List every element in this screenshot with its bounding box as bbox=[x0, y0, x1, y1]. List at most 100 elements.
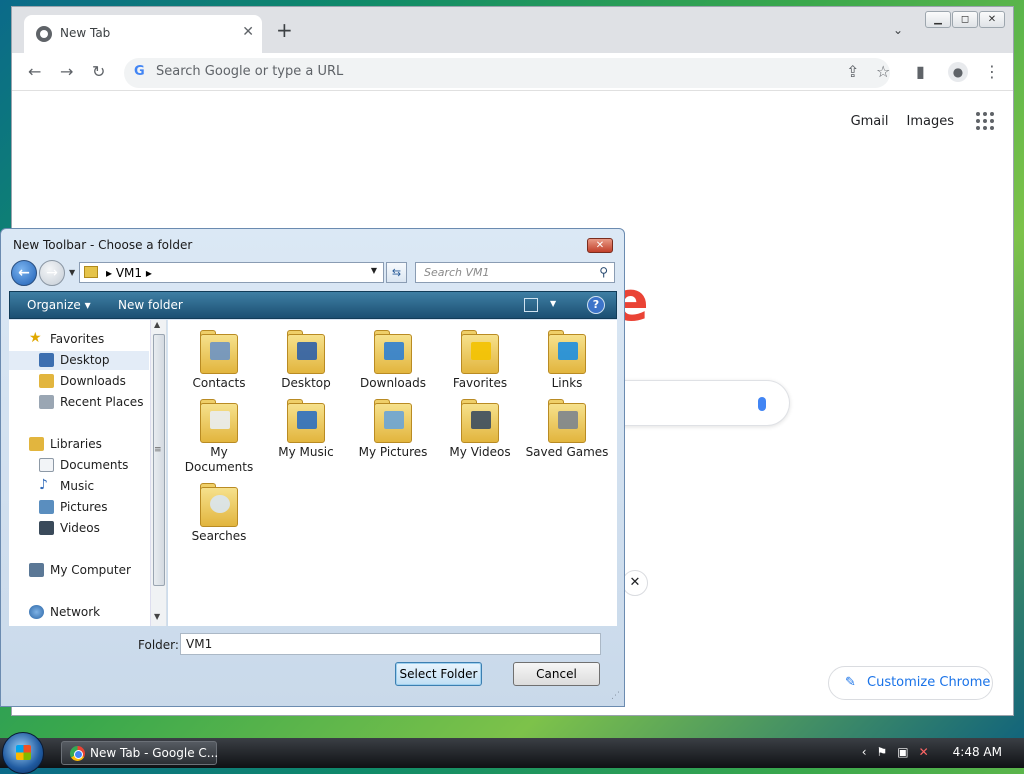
volume-muted-icon[interactable]: ✕ bbox=[919, 745, 929, 759]
customize-chrome-button[interactable]: ✎ Customize Chrome bbox=[828, 666, 993, 700]
back-button[interactable]: ← bbox=[11, 260, 37, 286]
tab-close-icon[interactable]: ✕ bbox=[242, 24, 254, 40]
tab-new-tab[interactable]: New Tab ✕ bbox=[24, 15, 262, 53]
forward-button[interactable]: → bbox=[39, 260, 65, 286]
nav-my-computer[interactable]: My Computer bbox=[9, 561, 149, 580]
address-dropdown-icon[interactable]: ▼ bbox=[371, 266, 377, 275]
maximize-button[interactable]: ◻ bbox=[952, 11, 978, 28]
tray-expand-icon[interactable]: ‹ bbox=[862, 745, 867, 759]
scroll-down-icon[interactable]: ▼ bbox=[154, 612, 160, 621]
cancel-button[interactable]: Cancel bbox=[513, 662, 600, 686]
chrome-icon bbox=[70, 746, 85, 761]
menu-kebab-icon[interactable]: ⋮ bbox=[984, 62, 1000, 81]
downloads-folder-icon bbox=[372, 328, 414, 374]
documents-icon bbox=[39, 458, 54, 472]
microphone-icon[interactable] bbox=[758, 397, 766, 411]
nav-favorites[interactable]: ★ Favorites bbox=[9, 330, 149, 349]
star-icon: ★ bbox=[29, 330, 42, 346]
nav-music[interactable]: ♪ Music bbox=[9, 477, 149, 496]
images-link[interactable]: Images bbox=[907, 114, 955, 129]
pencil-icon: ✎ bbox=[845, 675, 856, 690]
bookmark-star-icon[interactable]: ☆ bbox=[876, 62, 890, 81]
google-top-links: Gmail Images bbox=[833, 112, 994, 130]
folder-item-my-videos[interactable]: My Videos bbox=[438, 397, 522, 460]
folder-item-desktop[interactable]: Desktop bbox=[264, 328, 348, 391]
dialog-footer: Folder: VM1 Select Folder Cancel ⋰ bbox=[1, 627, 626, 707]
tab-list-chevron-icon[interactable]: ⌄ bbox=[893, 23, 903, 37]
pictures-folder-icon bbox=[372, 397, 414, 443]
close-icon[interactable]: ✕ bbox=[622, 570, 648, 596]
nav-network[interactable]: Network bbox=[9, 603, 149, 622]
folder-item-my-music[interactable]: My Music bbox=[264, 397, 348, 460]
taskbar-item-chrome[interactable]: New Tab - Google C... bbox=[61, 741, 219, 765]
searches-folder-icon bbox=[198, 481, 240, 527]
address-bar[interactable]: ▸ VM1 ▸ ▼ bbox=[79, 262, 384, 283]
forward-arrow-icon[interactable]: → bbox=[60, 62, 73, 81]
new-folder-button[interactable]: New folder bbox=[118, 298, 183, 312]
nav-recent-places[interactable]: Recent Places bbox=[9, 393, 149, 412]
taskbar: New Tab - Google C... ‹ ⚑ ▣ ✕ 4:48 AM bbox=[0, 732, 1024, 774]
dialog-close-button[interactable]: ✕ bbox=[587, 238, 613, 253]
reload-icon[interactable]: ↻ bbox=[92, 62, 105, 81]
dialog-search-input[interactable]: Search VM1 ⚲ bbox=[415, 262, 615, 283]
folder-item-my-pictures[interactable]: My Pictures bbox=[351, 397, 435, 460]
folder-item-links[interactable]: Links bbox=[525, 328, 609, 391]
scroll-thumb[interactable] bbox=[153, 334, 165, 586]
omnibox[interactable]: G Search Google or type a URL bbox=[124, 58, 890, 88]
new-tab-button[interactable]: + bbox=[276, 20, 293, 40]
dialog-navbar: ← → ▼ ▸ VM1 ▸ ▼ ⇆ Search VM1 ⚲ bbox=[9, 259, 617, 287]
navigation-pane: ★ Favorites Desktop Downloads Recent Pla… bbox=[9, 320, 167, 626]
folder-grid: Contacts Desktop Downloads Favorites Lin… bbox=[168, 320, 617, 626]
taskbar-item-label: New Tab - Google C... bbox=[90, 746, 219, 760]
nav-desktop[interactable]: Desktop bbox=[9, 351, 149, 370]
command-bar: Organize ▾ New folder ▼ ? bbox=[9, 291, 617, 319]
libraries-icon bbox=[29, 437, 44, 451]
view-dropdown-icon[interactable]: ▼ bbox=[550, 299, 556, 308]
close-window-button[interactable]: ✕ bbox=[979, 11, 1005, 28]
folder-item-downloads[interactable]: Downloads bbox=[351, 328, 435, 391]
history-dropdown-icon[interactable]: ▼ bbox=[69, 268, 75, 277]
contacts-folder-icon bbox=[198, 328, 240, 374]
folder-field-label: Folder: bbox=[138, 638, 179, 652]
help-button[interactable]: ? bbox=[587, 296, 605, 314]
clock[interactable]: 4:48 AM bbox=[953, 745, 1002, 759]
window-controls: ▁ ◻ ✕ bbox=[924, 11, 1005, 29]
nav-documents[interactable]: Documents bbox=[9, 456, 149, 475]
share-icon[interactable]: ⇪ bbox=[846, 62, 859, 81]
downloads-folder-icon bbox=[39, 374, 54, 388]
nav-downloads[interactable]: Downloads bbox=[9, 372, 149, 391]
folder-item-favorites[interactable]: Favorites bbox=[438, 328, 522, 391]
desktop-folder-icon bbox=[285, 328, 327, 374]
back-arrow-icon[interactable]: ← bbox=[28, 62, 41, 81]
nav-videos[interactable]: Videos bbox=[9, 519, 149, 538]
scroll-up-icon[interactable]: ▲ bbox=[154, 320, 160, 329]
resize-grip-icon[interactable]: ⋰ bbox=[611, 691, 620, 701]
action-center-flag-icon[interactable]: ⚑ bbox=[877, 745, 888, 759]
search-icon[interactable]: ⚲ bbox=[599, 265, 608, 279]
refresh-button[interactable]: ⇆ bbox=[386, 262, 407, 283]
gmail-link[interactable]: Gmail bbox=[851, 114, 889, 129]
view-options-icon[interactable] bbox=[524, 298, 538, 312]
address-path: ▸ VM1 ▸ bbox=[106, 266, 152, 280]
nav-libraries[interactable]: Libraries bbox=[9, 435, 149, 454]
folder-item-saved-games[interactable]: Saved Games bbox=[525, 397, 609, 460]
folder-item-my-documents[interactable]: My Documents bbox=[177, 397, 261, 475]
profile-avatar-icon[interactable]: ● bbox=[948, 62, 968, 82]
minimize-button[interactable]: ▁ bbox=[925, 11, 951, 28]
organize-button[interactable]: Organize ▾ bbox=[27, 298, 91, 312]
folder-name-input[interactable]: VM1 bbox=[180, 633, 601, 655]
documents-folder-icon bbox=[198, 397, 240, 443]
select-folder-button[interactable]: Select Folder bbox=[395, 662, 482, 686]
nav-pictures[interactable]: Pictures bbox=[9, 498, 149, 517]
nav-scrollbar[interactable]: ▲ ≡ ▼ bbox=[150, 320, 166, 626]
folder-item-searches[interactable]: Searches bbox=[177, 481, 261, 544]
apps-grid-icon[interactable] bbox=[976, 112, 994, 130]
network-tray-icon[interactable]: ▣ bbox=[897, 745, 908, 759]
side-panel-icon[interactable]: ▮ bbox=[916, 62, 925, 81]
google-g-icon: G bbox=[134, 64, 145, 79]
scroll-grip-icon: ≡ bbox=[154, 445, 162, 455]
folder-item-contacts[interactable]: Contacts bbox=[177, 328, 261, 391]
system-tray: ‹ ⚑ ▣ ✕ 4:48 AM bbox=[852, 745, 1002, 759]
music-note-icon: ♪ bbox=[39, 477, 48, 493]
desktop-icon bbox=[39, 353, 54, 367]
